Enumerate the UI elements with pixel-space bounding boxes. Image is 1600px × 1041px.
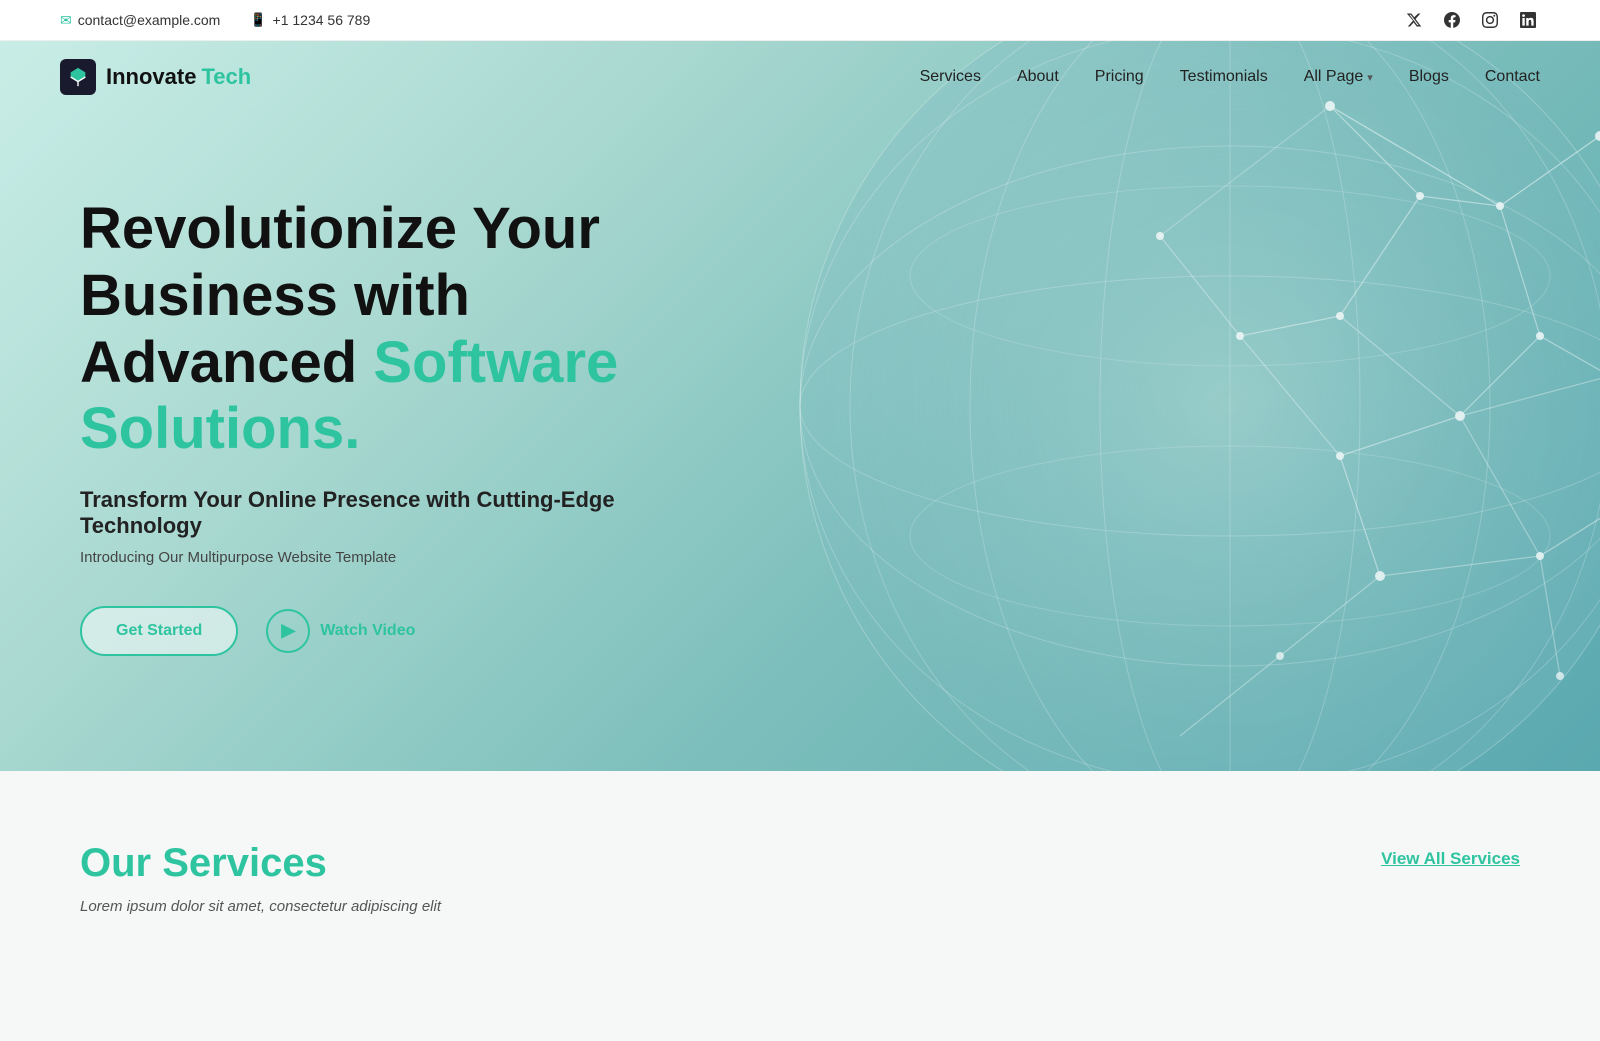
top-bar-contact: ✉ contact@example.com 📱 +1 1234 56 789 bbox=[60, 12, 370, 29]
email-text: contact@example.com bbox=[78, 12, 221, 28]
get-started-button[interactable]: Get Started bbox=[80, 606, 238, 656]
view-all-services-button[interactable]: View All Services bbox=[1381, 849, 1520, 869]
services-section: Our Services Lorem ipsum dolor sit amet,… bbox=[0, 771, 1600, 1041]
hero-description: Introducing Our Multipurpose Website Tem… bbox=[80, 549, 640, 566]
nav-blogs[interactable]: Blogs bbox=[1409, 68, 1449, 86]
top-bar: ✉ contact@example.com 📱 +1 1234 56 789 bbox=[0, 0, 1600, 41]
phone-icon: 📱 bbox=[250, 12, 266, 28]
email-icon: ✉ bbox=[60, 12, 72, 29]
hero-title: Revolutionize Your Business with Advance… bbox=[80, 196, 640, 463]
nav-services[interactable]: Services bbox=[920, 68, 981, 86]
logo-tech: Tech bbox=[201, 64, 251, 89]
watch-video-button[interactable]: ▶ Watch Video bbox=[266, 609, 415, 653]
nav-contact[interactable]: Contact bbox=[1485, 68, 1540, 86]
services-header: Our Services Lorem ipsum dolor sit amet,… bbox=[80, 841, 1520, 915]
logo-text: InnovateTech bbox=[106, 64, 251, 90]
logo-icon bbox=[60, 59, 96, 95]
logo-brand: Innovate bbox=[106, 64, 196, 89]
hero-content: Revolutionize Your Business with Advance… bbox=[0, 196, 720, 656]
play-icon: ▶ bbox=[266, 609, 310, 653]
services-title-block: Our Services Lorem ipsum dolor sit amet,… bbox=[80, 841, 441, 915]
services-description: Lorem ipsum dolor sit amet, consectetur … bbox=[80, 898, 441, 915]
social-links bbox=[1402, 8, 1540, 32]
nav-allpage[interactable]: All Page ▾ bbox=[1304, 68, 1373, 86]
hero-subtitle: Transform Your Online Presence with Cutt… bbox=[80, 487, 640, 539]
navbar: InnovateTech Services About Pricing Test… bbox=[0, 41, 1600, 113]
hero-globe-graphic bbox=[780, 41, 1600, 771]
nav-pricing[interactable]: Pricing bbox=[1095, 68, 1144, 86]
logo: InnovateTech bbox=[60, 59, 251, 95]
phone-text: +1 1234 56 789 bbox=[273, 12, 371, 28]
hero-title-line1: Revolutionize Your Business with bbox=[80, 196, 600, 328]
nav-allpage-label: All Page bbox=[1304, 68, 1364, 86]
nav-testimonials[interactable]: Testimonials bbox=[1180, 68, 1268, 86]
linkedin-icon[interactable] bbox=[1516, 8, 1540, 32]
hero-section: InnovateTech Services About Pricing Test… bbox=[0, 41, 1600, 771]
phone-contact: 📱 +1 1234 56 789 bbox=[250, 12, 370, 28]
email-contact: ✉ contact@example.com bbox=[60, 12, 220, 29]
chevron-down-icon: ▾ bbox=[1367, 71, 1373, 84]
facebook-icon[interactable] bbox=[1440, 8, 1464, 32]
instagram-icon[interactable] bbox=[1478, 8, 1502, 32]
services-title: Our Services bbox=[80, 841, 441, 886]
hero-title-plain: Advanced bbox=[80, 330, 357, 395]
nav-about[interactable]: About bbox=[1017, 68, 1059, 86]
nav-links: Services About Pricing Testimonials All … bbox=[920, 68, 1540, 86]
twitter-icon[interactable] bbox=[1402, 8, 1426, 32]
hero-actions: Get Started ▶ Watch Video bbox=[80, 606, 640, 656]
watch-video-label: Watch Video bbox=[320, 622, 415, 640]
